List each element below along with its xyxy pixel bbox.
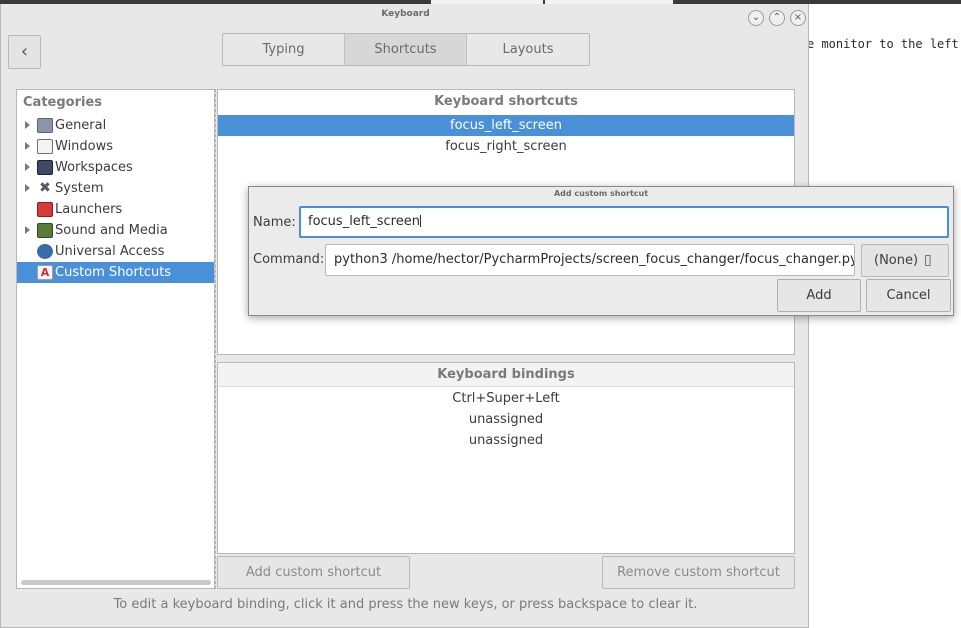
name-input-value: focus_left_screen bbox=[308, 214, 420, 229]
window-title: Keyboard bbox=[381, 9, 430, 19]
close-icon[interactable]: × bbox=[790, 10, 806, 26]
keyboard-icon bbox=[37, 118, 53, 133]
keyboard-bindings-list: Keyboard bindings Ctrl+Super+Left unassi… bbox=[217, 362, 795, 554]
file-chooser-button[interactable]: (None) ▯ bbox=[861, 244, 949, 277]
category-custom-shortcuts[interactable]: A Custom Shortcuts bbox=[17, 262, 214, 283]
expand-arrow-icon[interactable] bbox=[25, 226, 30, 234]
shortcut-row[interactable]: focus_right_screen bbox=[218, 136, 794, 157]
expand-arrow-icon[interactable] bbox=[25, 184, 30, 192]
binding-row[interactable]: unassigned bbox=[218, 409, 794, 430]
media-icon bbox=[37, 223, 53, 238]
keyboard-settings-window: Keyboard ⌄ ⌃ × ‹ Typing Shortcuts Layout… bbox=[0, 4, 809, 628]
file-chooser-label: (None) bbox=[874, 253, 919, 268]
category-general[interactable]: General bbox=[17, 115, 214, 136]
category-system[interactable]: ✖ System bbox=[17, 178, 214, 199]
custom-shortcut-icon: A bbox=[37, 265, 53, 280]
maximize-icon[interactable]: ⌃ bbox=[769, 10, 785, 26]
expand-arrow-icon[interactable] bbox=[25, 163, 30, 171]
category-label: System bbox=[55, 181, 104, 196]
dialog-title: Add custom shortcut bbox=[553, 189, 649, 198]
back-button[interactable]: ‹ bbox=[8, 35, 41, 69]
add-custom-shortcut-dialog: Add custom shortcut Name: focus_left_scr… bbox=[248, 186, 954, 316]
add-button[interactable]: Add bbox=[777, 279, 861, 312]
chevron-left-icon: ‹ bbox=[20, 41, 29, 62]
category-universal-access[interactable]: Universal Access bbox=[17, 241, 214, 262]
hint-text: To edit a keyboard binding, click it and… bbox=[113, 597, 698, 612]
category-label: Launchers bbox=[55, 202, 123, 217]
categories-header: Categories bbox=[23, 95, 103, 110]
tab-shortcuts[interactable]: Shortcuts bbox=[345, 34, 467, 65]
category-label: Workspaces bbox=[55, 160, 133, 175]
shortcuts-header: Keyboard shortcuts bbox=[434, 94, 578, 109]
category-label: Universal Access bbox=[55, 244, 165, 259]
launcher-icon bbox=[37, 202, 53, 217]
background-terminal-text: e monitor to the left bbox=[807, 37, 959, 51]
open-file-icon: ▯ bbox=[924, 252, 932, 268]
tools-icon: ✖ bbox=[39, 180, 51, 196]
horizontal-scrollbar[interactable] bbox=[21, 580, 211, 585]
view-tabs: Typing Shortcuts Layouts bbox=[222, 33, 590, 66]
category-sound-and-media[interactable]: Sound and Media bbox=[17, 220, 214, 241]
cancel-button[interactable]: Cancel bbox=[866, 279, 951, 312]
name-input[interactable]: focus_left_screen bbox=[299, 206, 949, 238]
tab-layouts[interactable]: Layouts bbox=[467, 34, 589, 65]
category-windows[interactable]: Windows bbox=[17, 136, 214, 157]
name-label: Name: bbox=[253, 215, 296, 230]
category-label: Windows bbox=[55, 139, 114, 154]
category-label: Sound and Media bbox=[55, 223, 168, 238]
category-label: Custom Shortcuts bbox=[55, 265, 172, 280]
minimize-icon[interactable]: ⌄ bbox=[748, 10, 764, 26]
add-custom-shortcut-button[interactable]: Add custom shortcut bbox=[217, 556, 410, 589]
text-caret bbox=[419, 215, 421, 227]
categories-list: Categories General Windows Workspaces ✖ … bbox=[16, 89, 215, 589]
binding-row[interactable]: unassigned bbox=[218, 430, 794, 451]
window-icon bbox=[37, 139, 53, 154]
binding-row[interactable]: Ctrl+Super+Left bbox=[218, 388, 794, 409]
expand-arrow-icon[interactable] bbox=[25, 121, 30, 129]
shortcut-row[interactable]: focus_left_screen bbox=[218, 115, 794, 136]
category-label: General bbox=[55, 118, 107, 133]
bindings-header: Keyboard bindings bbox=[218, 363, 794, 387]
tab-typing[interactable]: Typing bbox=[223, 34, 345, 65]
expand-arrow-icon[interactable] bbox=[25, 142, 30, 150]
category-launchers[interactable]: Launchers bbox=[17, 199, 214, 220]
command-input[interactable]: python3 /home/hector/PycharmProjects/scr… bbox=[325, 244, 855, 276]
remove-custom-shortcut-button[interactable]: Remove custom shortcut bbox=[602, 556, 795, 589]
command-label: Command: bbox=[253, 252, 325, 267]
accessibility-icon bbox=[37, 244, 53, 259]
category-workspaces[interactable]: Workspaces bbox=[17, 157, 214, 178]
monitor-icon bbox=[37, 160, 53, 175]
